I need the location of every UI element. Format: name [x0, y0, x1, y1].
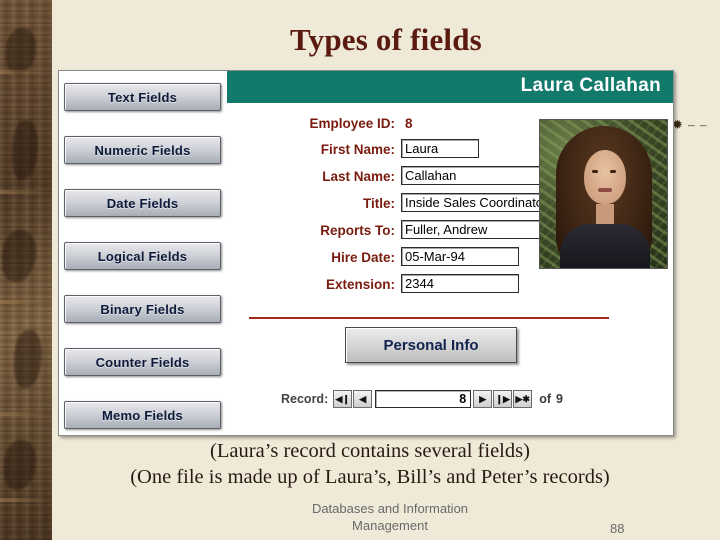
first-record-icon[interactable]: ◀❙	[333, 390, 353, 408]
input-hire-date[interactable]: 05-Mar-94	[401, 247, 519, 266]
marble-blotch	[12, 120, 38, 180]
next-record-icon[interactable]: ▶	[473, 390, 493, 408]
form-divider	[249, 317, 609, 319]
page-title: Types of fields	[290, 22, 482, 57]
label-last-name: Last Name:	[322, 169, 395, 184]
button-counter-fields[interactable]: Counter Fields	[64, 348, 221, 376]
input-extension[interactable]: 2344	[401, 274, 519, 293]
marble-streak	[0, 498, 52, 502]
button-memo-fields[interactable]: Memo Fields	[64, 401, 221, 429]
employee-photo	[539, 119, 668, 269]
marble-blotch	[2, 230, 36, 282]
previous-record-icon[interactable]: ◀	[353, 390, 373, 408]
personal-info-button[interactable]: Personal Info	[345, 327, 517, 363]
button-binary-fields[interactable]: Binary Fields	[64, 295, 221, 323]
last-record-icon[interactable]: ❙▶	[493, 390, 513, 408]
record-label: Record:	[281, 392, 329, 406]
photo-neck	[596, 204, 614, 224]
form-header-bar: Laura Callahan	[227, 71, 673, 103]
label-title: Title:	[362, 196, 395, 211]
photo-torso	[560, 224, 650, 268]
marble-blotch	[6, 28, 36, 74]
caption-line-1: (Laura’s record contains several fields)	[210, 440, 530, 462]
photo-eye-right	[610, 170, 616, 173]
page-number: 88	[610, 521, 625, 536]
footer-line-1: Databases and Information	[311, 501, 469, 516]
record-total: 9	[556, 392, 563, 406]
button-text-fields[interactable]: Text Fields	[64, 83, 221, 111]
record-navigator: Record: ◀❙ ◀ 8 ▶ ❙▶ ▶✱ of 9	[281, 389, 611, 409]
label-hire-date: Hire Date:	[331, 250, 395, 265]
caption-line-2: (One file is made up of Laura’s, Bill’s …	[130, 466, 610, 488]
value-employee-id: 8	[405, 116, 413, 131]
input-last-name[interactable]: Callahan	[401, 166, 541, 185]
marble-blotch	[14, 330, 42, 388]
employee-form: Laura Callahan Employee ID: 8 First Name…	[227, 71, 673, 435]
label-employee-id: Employee ID:	[309, 116, 395, 131]
button-date-fields[interactable]: Date Fields	[64, 189, 221, 217]
label-reports-to: Reports To:	[320, 223, 395, 238]
button-logical-fields[interactable]: Logical Fields	[64, 242, 221, 270]
embedded-screenshot: Text Fields Numeric Fields Date Fields L…	[58, 70, 674, 436]
input-first-name[interactable]: Laura	[401, 139, 479, 158]
slide-footer: Databases and Information Management	[210, 500, 570, 534]
photo-face	[584, 150, 626, 204]
record-number-input[interactable]: 8	[375, 390, 472, 408]
button-numeric-fields[interactable]: Numeric Fields	[64, 136, 221, 164]
marble-streak	[0, 412, 52, 416]
record-of-label: of	[539, 392, 552, 406]
form-header-title: Laura Callahan	[520, 75, 661, 96]
marble-streak	[0, 190, 52, 194]
photo-mouth	[598, 188, 612, 192]
decorative-marks: ✹ – –	[672, 117, 708, 132]
photo-eye-left	[592, 170, 598, 173]
footer-line-2: Management	[352, 518, 428, 533]
label-extension: Extension:	[325, 277, 395, 292]
marble-streak	[0, 300, 52, 304]
field-type-button-column: Text Fields Numeric Fields Date Fields L…	[59, 71, 227, 435]
marble-streak	[0, 70, 52, 74]
new-record-icon[interactable]: ▶✱	[513, 390, 533, 408]
label-first-name: First Name:	[320, 142, 395, 157]
